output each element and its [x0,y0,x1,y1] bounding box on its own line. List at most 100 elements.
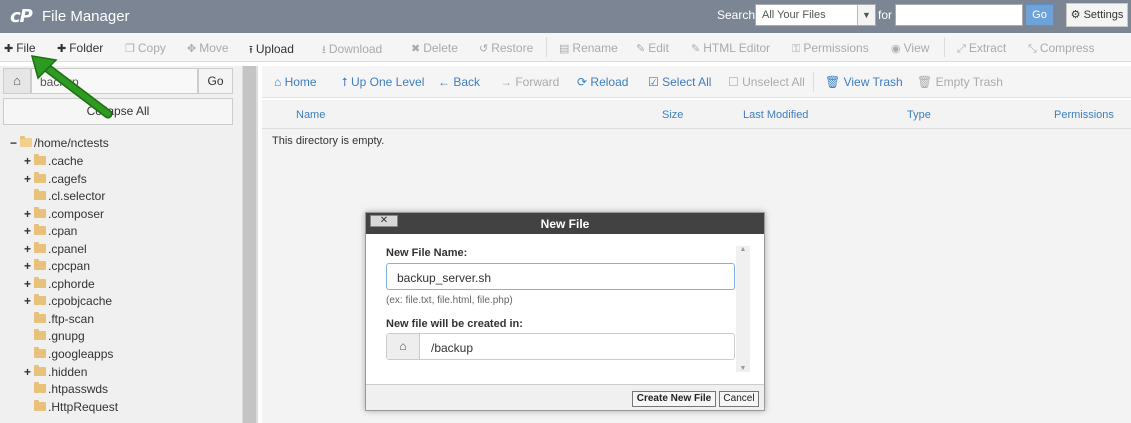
nav-forward-button[interactable]: → Forward [500,75,559,89]
location-field[interactable]: ⌂ /backup [386,333,735,360]
tree-item-label: .hidden [48,365,88,379]
nav-label: Reload [590,75,629,89]
expand-icon[interactable]: + [24,242,34,256]
tree-item[interactable]: .htpasswds [24,382,108,399]
tree-item[interactable]: .HttpRequest [24,400,118,417]
tree-item[interactable]: + .cpanel [24,242,87,259]
expand-icon[interactable]: + [24,259,34,273]
main-toolbar: ✚ File ✚ Folder ❐ Copy ✥ Move ⭱ Upload ⭳ Downl… [0,33,1131,62]
tree-scrollbar[interactable] [242,66,257,423]
expand-icon[interactable]: + [24,224,34,238]
dialog-body: New File Name: backup_server.sh (ex: fil… [366,234,764,384]
folder-icon [34,277,46,288]
toolbar-html-editor-button[interactable]: ✎ HTML Editor [691,41,770,55]
file-list-header: Name Size Last Modified Type Permissions [262,100,1131,129]
tree-root-item[interactable]: −/home/nctests [10,136,109,153]
tree-item[interactable]: + .cpcpan [24,259,90,276]
toolbar-move-button[interactable]: ✥ Move [187,41,229,55]
search-input[interactable] [895,4,1023,26]
toolbar-new-file-button[interactable]: ✚ File [4,41,36,55]
search-go-button[interactable]: Go [1025,4,1054,26]
rename-icon: ▤ [559,43,570,55]
tree-item[interactable]: + .cagefs [24,172,87,189]
expand-icon[interactable]: + [24,154,34,168]
toolbar-edit-button[interactable]: ✎ Edit [636,41,669,55]
settings-button[interactable]: ⚙ Settings [1066,3,1128,27]
nav-home-button[interactable]: ⌂ Home [274,75,317,89]
delete-icon: ✖ [411,43,421,55]
tree-item[interactable]: + .cphorde [24,277,95,294]
folder-icon [34,172,46,183]
tree-item[interactable]: + .cpan [24,224,77,241]
toolbar-extract-button[interactable]: ⤢ Extract [957,41,1006,56]
toolbar-copy-button[interactable]: ❐ Copy [125,41,166,55]
tree-item[interactable]: .gnupg [24,329,85,346]
navigation-bar: ⌂ Home ⭡ Up One Level ← Back → Forward ⟳… [262,66,1131,98]
tree-item[interactable]: + .cache [24,154,83,171]
file-name-input[interactable]: backup_server.sh [386,263,735,290]
tree-item[interactable]: .googleapps [24,347,113,364]
nav-divider [813,72,814,92]
location-label: New file will be created in: [386,318,523,330]
tree-item[interactable]: .cl.selector [24,189,105,206]
edit-icon: ✎ [636,43,646,55]
eye-icon: ◉ [891,43,901,55]
toolbar-upload-button[interactable]: ⭱ Upload [249,41,294,60]
nav-reload-button[interactable]: ⟳ Reload [577,75,628,89]
move-icon: ✥ [187,43,197,55]
dialog-scrollbar[interactable]: ▲ ▼ [736,246,750,372]
toolbar-label: Extract [968,41,1007,55]
column-header-size[interactable]: Size [662,109,683,121]
path-go-button[interactable]: Go [198,68,233,94]
toolbar-permissions-button[interactable]: ⚿ Permissions [792,41,869,56]
toolbar-rename-button[interactable]: ▤ Rename [559,41,618,55]
toolbar-delete-button[interactable]: ✖ Delete [411,41,458,55]
collapse-all-button[interactable]: Collapse All [3,98,233,125]
page-title: File Manager [42,8,130,25]
toolbar-compress-button[interactable]: ⤡ Compress [1028,41,1095,56]
toolbar-view-button[interactable]: ◉ View [891,41,929,55]
home-icon: ⌂ [387,334,420,359]
extract-icon: ⤢ [957,43,966,55]
create-new-file-button[interactable]: Create New File [632,391,716,407]
folder-icon [34,312,46,323]
home-icon: ⌂ [274,75,282,89]
column-header-name[interactable]: Name [296,109,325,121]
path-input[interactable]: backup [31,68,198,94]
expand-icon[interactable]: + [24,207,34,221]
scroll-up-icon[interactable]: ▲ [736,246,750,253]
upload-icon: ⭱ [249,44,253,56]
tree-item[interactable]: + .hidden [24,365,87,382]
toolbar-download-button[interactable]: ⭳ Download [322,41,382,60]
scroll-down-icon[interactable]: ▼ [736,365,750,372]
search-scope-select[interactable]: All Your Files ▼ [755,4,876,26]
nav-up-one-level-button[interactable]: ⭡ Up One Level [342,75,424,90]
column-header-last-modified[interactable]: Last Modified [743,109,808,121]
nav-view-trash-button[interactable]: 🗑 View Trash [825,75,903,89]
toolbar-restore-button[interactable]: ↺ Restore [479,41,533,55]
collapse-icon[interactable]: − [10,136,20,150]
nav-select-all-button[interactable]: ☑ Select All [648,75,711,89]
cancel-button[interactable]: Cancel [719,391,759,407]
compress-icon: ⤡ [1028,43,1037,55]
nav-empty-trash-button[interactable]: 🗑 Empty Trash [917,75,1003,89]
toolbar-label: Edit [648,41,669,55]
tree-item[interactable]: + .composer [24,207,104,224]
nav-unselect-all-button[interactable]: ☐ Unselect All [728,75,805,89]
new-file-dialog: ✕ New File New File Name: backup_server.… [365,212,765,411]
nav-back-button[interactable]: ← Back [438,75,480,89]
tree-home-button[interactable]: ⌂ [3,68,31,94]
expand-icon[interactable]: + [24,365,34,379]
expand-icon[interactable]: + [24,294,34,308]
scrollbar-thumb[interactable] [243,66,256,423]
tree-item[interactable]: .ftp-scan [24,312,94,329]
dialog-title-bar[interactable]: ✕ New File [366,213,764,234]
expand-icon[interactable]: + [24,172,34,186]
toolbar-label: Folder [69,41,104,55]
column-header-permissions[interactable]: Permissions [1054,109,1114,121]
column-header-type[interactable]: Type [907,109,931,121]
toolbar-new-folder-button[interactable]: ✚ Folder [57,41,103,55]
tree-item-label: .cpcpan [48,259,91,273]
tree-item[interactable]: + .cpobjcache [24,294,112,311]
expand-icon[interactable]: + [24,277,34,291]
